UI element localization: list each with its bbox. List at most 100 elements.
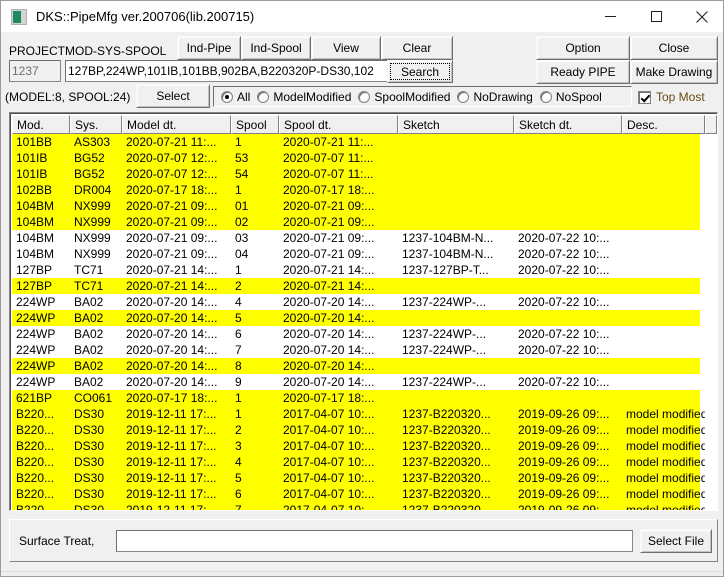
table-row[interactable]: 102BB DR004 2020-07-17 18:... 1 2020-07-17 1…	[12, 182, 700, 198]
ind-spool-button[interactable]: Ind-Spool	[241, 36, 311, 60]
table-cell: 2020-07-21 14:...	[283, 263, 375, 277]
table-cell: DS30	[74, 487, 105, 501]
table-row[interactable]: B220... DS30 2019-12-11 17:... 1 2017-04-07 …	[12, 406, 705, 422]
title-bar: DKS::PipeMfg ver.200706(lib.200715)	[1, 1, 723, 33]
table-cell: NX999	[74, 231, 111, 245]
table-cell: 2020-07-21 11:...	[126, 135, 217, 149]
table-cell: DS30	[74, 455, 105, 469]
radio-icon	[457, 90, 470, 103]
grid-header-cell[interactable]: Spool	[231, 115, 279, 134]
grid-header-cell[interactable]: Model dt.	[122, 115, 231, 134]
table-cell: BA02	[74, 295, 104, 309]
table-cell: model modified	[626, 455, 705, 469]
table-cell	[398, 358, 514, 374]
grid-header-cell[interactable]: Sketch	[398, 115, 514, 134]
table-row[interactable]: 104BM NX999 2020-07-21 09:... 04 2020-07-21 …	[12, 246, 700, 262]
table-row[interactable]: 101BB AS303 2020-07-21 11:... 1 2020-07-21 1…	[12, 134, 700, 150]
table-row[interactable]: 127BP TC71 2020-07-21 14:... 1 2020-07-21 14…	[12, 262, 700, 278]
table-row[interactable]: 224WP BA02 2020-07-20 14:... 8 2020-07-20 14…	[12, 358, 700, 374]
table-row[interactable]: 224WP BA02 2020-07-20 14:... 7 2020-07-20 14…	[12, 342, 700, 358]
table-cell: 03	[235, 231, 249, 245]
table-cell: B220...	[16, 407, 55, 421]
radio-all[interactable]: All	[221, 90, 250, 104]
search-input[interactable]: 127BP,224WP,101IB,101BB,902BA,B220320P-D…	[65, 60, 389, 82]
table-cell: DS30	[74, 439, 105, 453]
table-cell: 7	[235, 503, 242, 510]
table-cell: 5	[235, 311, 242, 325]
surface-treat-input[interactable]	[116, 530, 633, 552]
close-label: Close	[658, 41, 690, 55]
table-cell	[622, 358, 705, 374]
grid-header-cell[interactable]: Sketch dt.	[514, 115, 622, 134]
table-row[interactable]: 224WP BA02 2020-07-20 14:... 6 2020-07-20 14…	[12, 326, 700, 342]
table-cell: 2020-07-22 10:...	[518, 327, 610, 341]
table-row[interactable]: 104BM NX999 2020-07-21 09:... 02 2020-07-21 …	[12, 214, 700, 230]
table-cell: NX999	[74, 215, 111, 229]
table-cell	[398, 198, 514, 214]
select-button[interactable]: Select	[136, 84, 210, 108]
grid-header-cell[interactable]	[705, 115, 717, 134]
table-row[interactable]: B220... DS30 2019-12-11 17:... 3 2017-04-07 …	[12, 438, 705, 454]
table-cell	[398, 134, 514, 150]
ready-pipe-button[interactable]: Ready PIPE	[536, 60, 630, 84]
surface-treat-label: Surface Treat,	[19, 534, 95, 548]
table-row[interactable]: 104BM NX999 2020-07-21 09:... 03 2020-07-21 …	[12, 230, 700, 246]
table-row[interactable]: B220... DS30 2019-12-11 17:... 4 2017-04-07 …	[12, 454, 705, 470]
option-button[interactable]: Option	[536, 36, 630, 60]
table-row[interactable]: B220... DS30 2019-12-11 17:... 5 2017-04-07 …	[12, 470, 705, 486]
close-button[interactable]: Close	[630, 36, 718, 60]
grid-header-cell[interactable]: Sys.	[70, 115, 122, 134]
table-row[interactable]: 101IB BG52 2020-07-07 12:... 53 2020-07-07 1…	[12, 150, 700, 166]
table-row[interactable]: B220... DS30 2019-12-11 17:... 7 2017-04-07 …	[12, 502, 705, 510]
table-cell: 1237-B220320...	[402, 407, 491, 421]
table-cell: 2020-07-21 09:...	[126, 199, 218, 213]
table-row[interactable]: B220... DS30 2019-12-11 17:... 6 2017-04-07 …	[12, 486, 705, 502]
table-cell	[398, 390, 514, 406]
grid-header-cell[interactable]: Mod.	[12, 115, 70, 134]
close-icon[interactable]	[679, 1, 723, 32]
table-cell: 04	[235, 247, 249, 261]
table-cell: 104BM	[16, 199, 55, 213]
table-row[interactable]: B220... DS30 2019-12-11 17:... 2 2017-04-07 …	[12, 422, 705, 438]
table-cell: BA02	[74, 375, 104, 389]
maximize-icon[interactable]	[633, 1, 679, 32]
grid-rows-area[interactable]: 101BB AS303 2020-07-21 11:... 1 2020-07-21 1…	[12, 134, 717, 510]
radio-no-spool[interactable]: NoSpool	[539, 90, 602, 104]
table-row[interactable]: 224WP BA02 2020-07-20 14:... 5 2020-07-20 14…	[12, 310, 700, 326]
table-cell: 2020-07-21 11:...	[283, 135, 374, 149]
grid-header-cell[interactable]: Spool dt.	[279, 115, 398, 134]
table-cell: 1237-104BM-N...	[402, 231, 494, 245]
project-value-field[interactable]: 1237	[9, 60, 61, 82]
table-cell: 2019-09-26 09:...	[518, 423, 610, 437]
ready-pipe-label: Ready PIPE	[550, 65, 616, 79]
select-file-button[interactable]: Select File	[640, 529, 712, 553]
table-cell: 2	[235, 423, 242, 437]
table-row[interactable]: 104BM NX999 2020-07-21 09:... 01 2020-07-21 …	[12, 198, 700, 214]
table-cell: 2019-12-11 17:...	[126, 455, 217, 469]
ind-pipe-button[interactable]: Ind-Pipe	[177, 36, 241, 60]
view-button[interactable]: View	[311, 36, 381, 60]
grid-header-cell[interactable]: Desc.	[622, 115, 705, 134]
table-row[interactable]: 621BP CO061 2020-07-17 18:... 1 2020-07-17 1…	[12, 390, 700, 406]
table-row[interactable]: 224WP BA02 2020-07-20 14:... 4 2020-07-20 14…	[12, 294, 700, 310]
radio-model-modified-label: ModelModified	[273, 89, 352, 104]
surface-treatment-panel: Surface Treat, Select File	[9, 519, 718, 562]
make-drawing-button[interactable]: Make Drawing	[630, 60, 718, 84]
table-row[interactable]: 224WP BA02 2020-07-20 14:... 9 2020-07-20 14…	[12, 374, 700, 390]
table-cell	[622, 150, 705, 166]
radio-spool-modified[interactable]: SpoolModified	[358, 90, 450, 104]
table-cell: 1	[235, 407, 242, 421]
mod-sys-spool-label: MOD-SYS-SPOOL	[65, 44, 167, 58]
clear-button[interactable]: Clear	[381, 36, 453, 60]
minimize-icon[interactable]	[587, 1, 633, 32]
radio-no-drawing[interactable]: NoDrawing	[457, 90, 533, 104]
search-button[interactable]: Search	[387, 60, 453, 83]
results-grid[interactable]: Mod. Sys. Model dt. Spool Spool dt. Sketch Ske…	[9, 112, 718, 511]
select-label: Select	[156, 89, 190, 103]
table-row[interactable]: 127BP TC71 2020-07-21 14:... 2 2020-07-21 14…	[12, 278, 700, 294]
top-most-checkbox[interactable]: Top Most	[638, 90, 705, 104]
table-row[interactable]: 101IB BG52 2020-07-07 12:... 54 2020-07-07 1…	[12, 166, 700, 182]
radio-model-modified[interactable]: ModelModified	[257, 90, 351, 104]
grid-inner: Mod. Sys. Model dt. Spool Spool dt. Sketch Ske…	[12, 115, 717, 510]
table-cell: 2020-07-21 09:...	[283, 199, 375, 213]
